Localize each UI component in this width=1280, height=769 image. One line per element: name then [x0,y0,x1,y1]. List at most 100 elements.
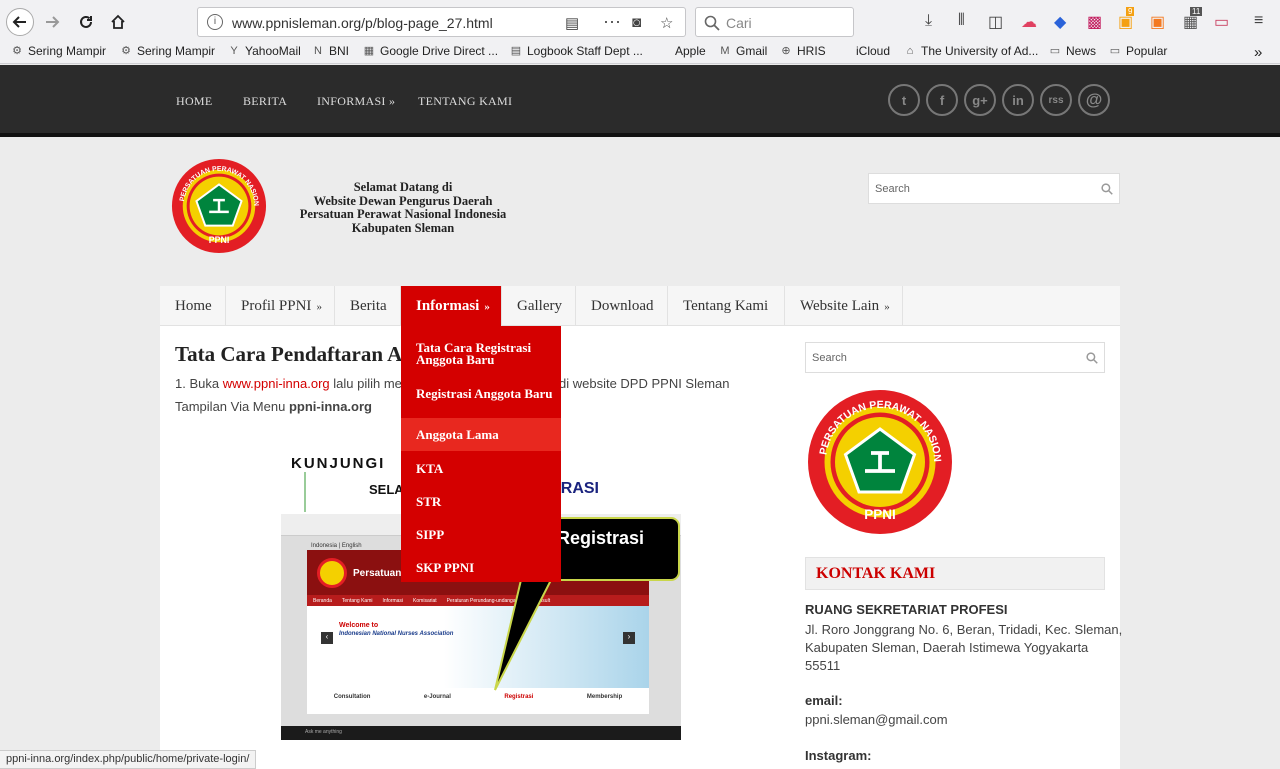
bookmark-label: iCloud [856,44,891,58]
menu-item-label: Berita [350,298,387,314]
callout-label: Registrasi [557,528,645,548]
site-info-icon[interactable]: i [207,14,223,30]
reload-button[interactable] [72,8,100,36]
menu-item-home[interactable]: Home [160,286,226,326]
bookmarks-overflow-icon[interactable]: » [1254,44,1262,61]
dropdown-item[interactable]: STR [401,485,561,518]
bookmark-label: Apple [675,44,706,58]
yahoo-icon: Y [230,45,238,57]
ppni-inna-link[interactable]: www.ppni-inna.org [223,376,330,391]
post-paragraph-1: 1. Buka www.ppni-inna.org lalu pilih men [175,376,409,391]
post-paragraph-2: Tampilan Via Menu ppni-inna.org [175,399,372,414]
gear-icon: ⚙ [121,45,131,57]
menu-hamburger-icon[interactable]: ≡ [1254,12,1263,30]
inner-nav-item: Komisariat [413,598,437,604]
dropdown-item[interactable]: SIPP [401,518,561,551]
topnav-berita[interactable]: BERITA [243,94,287,109]
bookmark-item[interactable]: ▤ Logbook Staff Dept ... [509,44,643,58]
bookmark-item[interactable]: Y YahooMail [227,44,300,58]
dropdown-item[interactable]: Registrasi Anggota Baru [401,382,561,418]
site-header: PERSATUAN PERAWAT NASIONAL INDONESIA PPN… [0,141,1280,286]
bookmark-label: HRIS [797,44,826,58]
extension-video-icon[interactable]: ▭ [1214,12,1229,32]
menu-item-profil-ppni[interactable]: Profil PPNI » [226,286,335,326]
dropdown-item[interactable]: KTA [401,452,561,485]
menu-item-label: Download [591,298,654,314]
topnav-home[interactable]: HOME [176,94,213,109]
dropdown-item[interactable]: Anggota Lama [401,418,561,451]
menu-arrow-icon: » [884,301,890,313]
topnav-informasi[interactable]: INFORMASI » [317,94,395,109]
menu-item-label: Gallery [517,298,562,314]
bookmark-item[interactable]: Apple [657,44,706,58]
dropdown-item[interactable]: Tata Cara Registrasi Anggota Baru [401,336,561,372]
bookmark-item[interactable]: iCloud [838,44,890,58]
sidebar-icon[interactable]: ◫ [988,12,1003,32]
bookmark-item[interactable]: ⚙ Sering Mampir [10,44,106,58]
downloads-icon[interactable]: ⤓ [925,12,932,30]
search-icon[interactable] [1086,352,1098,364]
menu-item-download[interactable]: Download [576,286,668,326]
extension-k-icon[interactable]: ▣ [1150,12,1165,32]
menu-item-gallery[interactable]: Gallery [502,286,576,326]
menu-item-label: Website Lain [800,298,880,314]
extension-mail-count: 11 [1190,7,1203,16]
email-label: email: [805,693,843,708]
home-button[interactable] [104,8,132,36]
search-icon[interactable] [1101,183,1113,195]
menu-item-informasi[interactable]: Informasi » [401,286,502,326]
image-heading-kunjungi: KUNJUNGI [291,455,386,472]
inner-language: Indonesia | English [311,543,362,549]
rss-icon[interactable]: rss [1040,84,1072,116]
extension-shield-icon[interactable]: ◆ [1054,12,1066,32]
browser-search-box[interactable]: Cari [695,7,854,37]
header-search-input[interactable]: Search [868,173,1120,204]
email-icon[interactable]: @ [1078,84,1110,116]
bookmark-label: News [1066,44,1097,58]
linkedin-icon[interactable]: in [1002,84,1034,116]
bni-icon: N [314,45,322,57]
ppni-logo-icon[interactable]: PERSATUAN PERAWAT NASIONAL INDONESIA PPN… [170,157,268,255]
topnav-arrow: » [389,94,396,108]
topnav-tentang-kami[interactable]: TENTANG KAMI [418,94,512,109]
forward-button[interactable] [38,8,66,36]
library-icon[interactable]: ⫴ [958,12,965,30]
site-topbar: HOME BERITA INFORMASI » TENTANG KAMI t f… [0,65,1280,137]
image-heading-sela: SELA [369,482,404,497]
tagline-line: Kabupaten Sleman [351,220,455,235]
search-icon [704,15,720,31]
apple-icon [838,44,852,58]
reader-view-icon[interactable]: ▤ [565,14,579,32]
menu-item-website-lain[interactable]: Website Lain » [785,286,903,326]
bookmark-item[interactable]: ⚙ Sering Mampir [119,44,215,58]
dropdown-item[interactable]: SKP PPNI [401,551,561,584]
extension-grid-icon[interactable]: ▩ [1087,12,1102,32]
cloud-extension-icon[interactable]: ☁ [1021,12,1037,32]
twitter-icon[interactable]: t [888,84,920,116]
post-text: lalu pilih men [329,376,410,391]
bookmark-item[interactable]: ▭ News [1048,44,1096,58]
post-paragraph-1-tail: di website DPD PPNI Sleman [559,376,730,391]
url-text[interactable]: www.ppnisleman.org/p/blog-page_27.html [232,15,493,31]
page-actions-icon[interactable]: ··· [603,11,621,32]
bookmark-item[interactable]: M Gmail [718,44,767,58]
pocket-icon[interactable]: ◙ [632,14,641,31]
bookmark-item[interactable]: ▭ Popular [1108,44,1168,58]
facebook-icon[interactable]: f [926,84,958,116]
status-bar-url: ppni-inna.org/index.php/public/home/priv… [0,750,257,769]
bookmark-star-icon[interactable]: ☆ [660,14,673,32]
menu-item-tentang-kami[interactable]: Tentang Kami [668,286,785,326]
address-line: 55511 [805,658,841,673]
bookmark-item[interactable]: ▦ Google Drive Direct ... [362,44,498,58]
email-value[interactable]: ppni.sleman@gmail.com [805,711,948,729]
bookmark-item[interactable]: N BNI [311,44,349,58]
bookmark-label: The University of Ad... [921,44,1039,58]
bookmark-item[interactable]: ⊕ HRIS [779,44,826,58]
googleplus-icon[interactable]: g+ [964,84,996,116]
url-bar[interactable]: i www.ppnisleman.org/p/blog-page_27.html… [197,7,686,37]
bookmarks-toolbar: ⚙ Sering Mampir ⚙ Sering Mampir Y YahooMail N B… [0,42,1280,62]
sidebar-search-input[interactable]: Search [805,342,1105,373]
bookmark-item[interactable]: ⌂ The University of Ad... [903,44,1039,58]
menu-item-berita[interactable]: Berita [335,286,401,326]
back-button[interactable] [6,8,34,36]
